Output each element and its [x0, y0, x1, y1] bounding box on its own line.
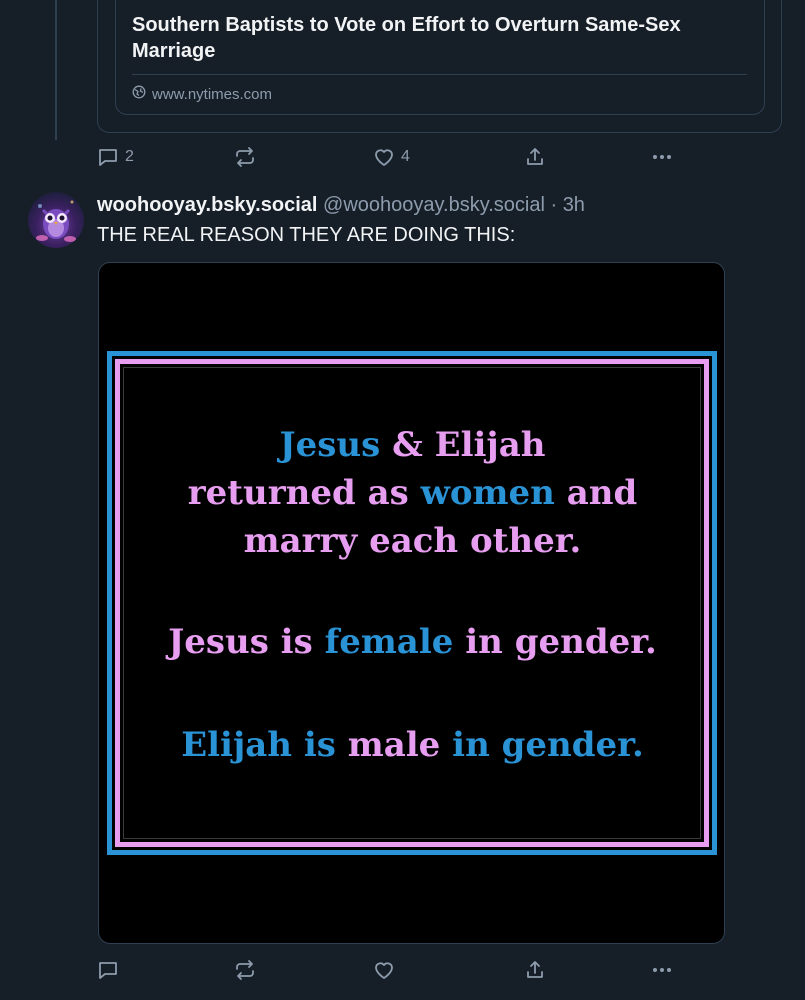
image-line-3: marry each other. [99, 517, 724, 565]
more-button[interactable] [651, 144, 673, 170]
link-domain-text: www.nytimes.com [152, 85, 273, 103]
image-text-returned: returned as [187, 473, 421, 513]
post-actions [97, 957, 682, 983]
share-button[interactable] [524, 144, 546, 170]
link-title[interactable]: Southern Baptists to Vote on Effort to O… [132, 12, 732, 64]
image-line-2: returned as women and [99, 469, 724, 517]
link-domain[interactable]: www.nytimes.com [132, 84, 272, 104]
repost-button[interactable] [233, 957, 257, 983]
post-image[interactable]: Jesus & Elijah returned as women and mar… [98, 262, 725, 944]
more-button[interactable] [651, 957, 673, 983]
image-text-jesus: Jesus [279, 425, 381, 465]
reply-count: 2 [125, 148, 134, 165]
image-text-elijah: & Elijah [380, 425, 546, 465]
reply-button[interactable]: 2 [97, 144, 134, 170]
display-name[interactable]: woohooyay.bsky.social [97, 194, 317, 216]
separator: · [544, 194, 563, 216]
repost-button[interactable] [233, 144, 257, 170]
image-line-5: Elijah is male in gender. [99, 721, 724, 769]
image-text-and: and [554, 473, 638, 513]
post-header: woohooyay.bsky.social @woohooyay.bsky.so… [97, 192, 585, 218]
image-text-female: female [324, 622, 454, 662]
image-line-4: Jesus is female in gender. [99, 618, 724, 666]
handle[interactable]: @woohooyay.bsky.social [323, 194, 545, 216]
image-text-in-gender-1: in gender. [453, 622, 657, 662]
globe-icon [132, 85, 146, 103]
avatar[interactable] [28, 192, 84, 248]
post-text: THE REAL REASON THEY ARE DOING THIS: [97, 224, 516, 246]
reply-icon [97, 146, 119, 168]
more-icon [651, 959, 673, 981]
share-button[interactable] [524, 957, 546, 983]
image-text-in-gender-2: in gender. [440, 725, 644, 765]
share-icon [524, 959, 546, 981]
heart-icon [373, 959, 395, 981]
share-icon [524, 146, 546, 168]
image-line-1: Jesus & Elijah [99, 421, 724, 469]
thread-line [55, 0, 57, 140]
repost-icon [233, 959, 257, 981]
link-divider [132, 74, 747, 75]
timestamp[interactable]: 3h [563, 194, 585, 216]
like-count: 4 [401, 148, 410, 165]
like-button[interactable] [373, 957, 395, 983]
image-text-marry: marry each other. [243, 521, 582, 561]
feed: Southern Baptists to Vote on Effort to O… [0, 0, 805, 1000]
heart-icon [373, 146, 395, 168]
reply-button[interactable] [97, 957, 119, 983]
like-button[interactable]: 4 [373, 144, 410, 170]
image-text-women: women [420, 473, 555, 513]
reply-icon [97, 959, 119, 981]
repost-icon [233, 146, 257, 168]
prev-post-actions: 2 4 [97, 144, 682, 170]
more-icon [651, 146, 673, 168]
image-text-male: male [347, 725, 441, 765]
image-text-jesus-is: Jesus is [168, 622, 325, 662]
image-text-elijah-is: Elijah is [181, 725, 348, 765]
